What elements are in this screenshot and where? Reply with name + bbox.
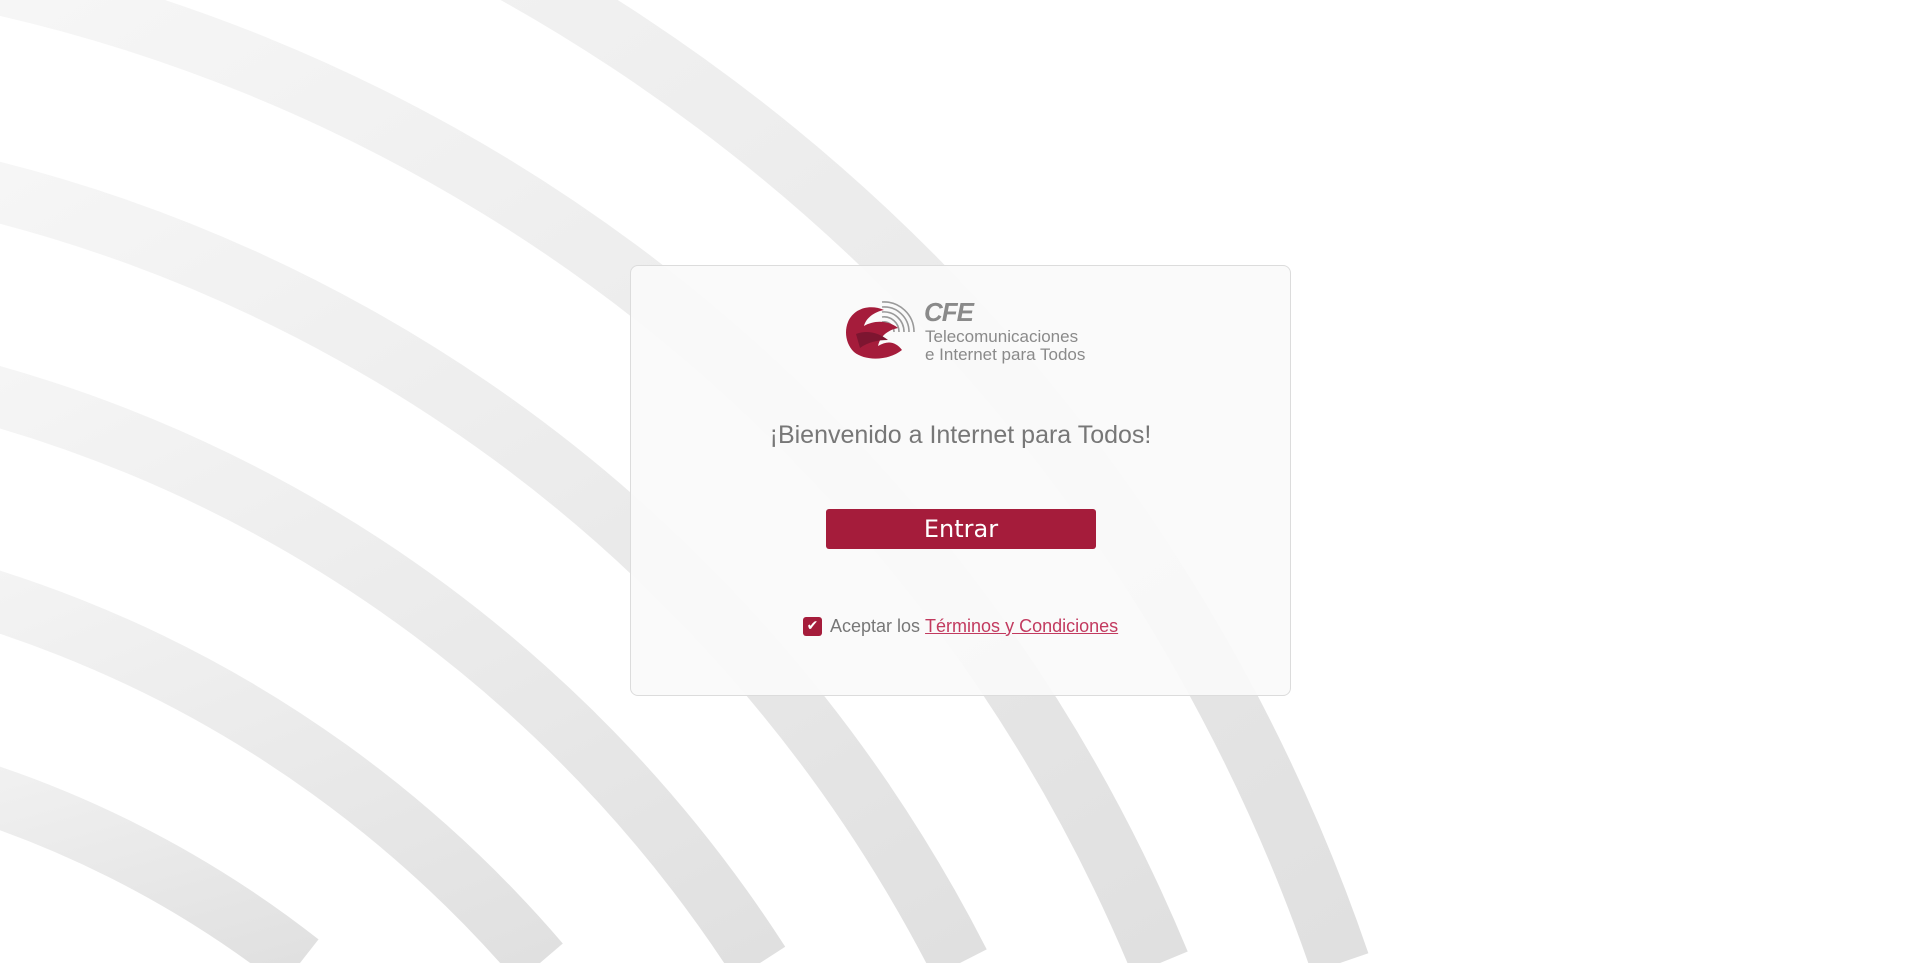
logo-line1: Telecomunicaciones: [925, 327, 1079, 346]
terms-row: ✔ Aceptar los Términos y Condiciones: [803, 614, 1118, 638]
cfe-eagle-icon: [846, 301, 915, 359]
terms-prefix: Aceptar los: [830, 615, 921, 636]
welcome-heading: ¡Bienvenido a Internet para Todos!: [769, 421, 1152, 449]
logo-brand: CFE: [924, 297, 974, 327]
terms-checkbox[interactable]: ✔: [803, 616, 822, 636]
login-card: CFE Telecomunicaciones e Internet para T…: [630, 265, 1291, 696]
enter-button[interactable]: Entrar: [826, 509, 1096, 549]
logo-line2: e Internet para Todos: [925, 345, 1086, 364]
cfe-logo: CFE Telecomunicaciones e Internet para T…: [844, 294, 1086, 364]
terms-link[interactable]: Términos y Condiciones: [925, 616, 1118, 637]
